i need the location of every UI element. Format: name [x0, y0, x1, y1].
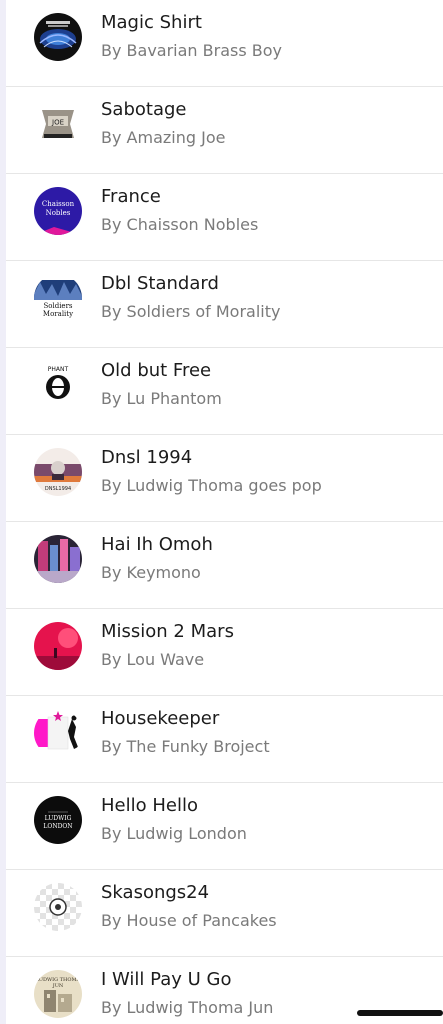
svg-text:Chaisson: Chaisson: [42, 200, 75, 208]
album-art-dnsl-1994: DNSL1994: [34, 448, 82, 496]
song-title: Skasongs24: [101, 882, 210, 903]
song-list: Magic Shirt By Bavarian Brass Boy JOE Sa…: [6, 0, 443, 1024]
song-title: Sabotage: [101, 99, 187, 120]
album-art-hello-hello: LUDWIG LONDON: [34, 796, 82, 844]
song-artist: By Ludwig Thoma goes pop: [101, 476, 322, 495]
song-artist: By Lou Wave: [101, 650, 205, 669]
song-row-sabotage[interactable]: JOE Sabotage By Amazing Joe: [6, 87, 443, 174]
song-row-mission-2-mars[interactable]: Mission 2 Mars By Lou Wave: [6, 609, 443, 696]
svg-text:Nobles: Nobles: [46, 209, 71, 217]
song-title: Old but Free: [101, 360, 212, 381]
song-artist: By Soldiers of Morality: [101, 302, 281, 321]
song-title: Mission 2 Mars: [101, 621, 234, 642]
album-art-i-will-pay-u-go: LUDWIG THOMA JUN: [34, 970, 82, 1018]
song-row-old-but-free[interactable]: PHANT Old but Free By Lu Phantom: [6, 348, 443, 435]
svg-text:Soldiers: Soldiers: [43, 302, 72, 310]
song-title: Dnsl 1994: [101, 447, 193, 468]
home-indicator[interactable]: [357, 1010, 443, 1016]
song-artist: By House of Pancakes: [101, 911, 277, 930]
song-title: Magic Shirt: [101, 12, 202, 33]
album-art-skasongs24: [34, 883, 82, 931]
song-artist: By Lu Phantom: [101, 389, 222, 408]
song-artist: By Amazing Joe: [101, 128, 226, 147]
song-title: France: [101, 186, 161, 207]
album-art-sabotage: JOE: [34, 100, 82, 148]
song-artist: By Ludwig Thoma Jun: [101, 998, 274, 1017]
svg-text:LONDON: LONDON: [43, 823, 72, 830]
song-artist: By The Funky Broject: [101, 737, 270, 756]
song-artist: By Keymono: [101, 563, 201, 582]
song-row-france[interactable]: Chaisson Nobles France By Chaisson Noble…: [6, 174, 443, 261]
song-title: Housekeeper: [101, 708, 220, 729]
svg-text:JUN: JUN: [52, 983, 64, 989]
song-row-hai-ih-omoh[interactable]: Hai Ih Omoh By Keymono: [6, 522, 443, 609]
album-art-france: Chaisson Nobles: [34, 187, 82, 235]
song-row-dnsl-1994[interactable]: DNSL1994 Dnsl 1994 By Ludwig Thoma goes …: [6, 435, 443, 522]
song-title: I Will Pay U Go: [101, 969, 232, 990]
svg-text:JOE: JOE: [51, 119, 64, 127]
song-row-magic-shirt[interactable]: Magic Shirt By Bavarian Brass Boy: [6, 0, 443, 87]
song-row-housekeeper[interactable]: Housekeeper By The Funky Broject: [6, 696, 443, 783]
song-title: Hello Hello: [101, 795, 198, 816]
album-art-housekeeper: [34, 709, 82, 757]
song-list-screen: Magic Shirt By Bavarian Brass Boy JOE Sa…: [0, 0, 443, 1024]
svg-text:LUDWIG: LUDWIG: [45, 815, 72, 822]
song-title: Hai Ih Omoh: [101, 534, 213, 555]
song-artist: By Ludwig London: [101, 824, 247, 843]
album-art-hai-ih-omoh: [34, 535, 82, 583]
album-art-mission-2-mars: [34, 622, 82, 670]
album-art-old-but-free: PHANT: [34, 361, 82, 409]
svg-text:PHANT: PHANT: [48, 366, 69, 373]
album-art-magic-shirt: [34, 13, 82, 61]
album-art-dbl-standard: Soldiers Morality: [34, 274, 82, 322]
song-title: Dbl Standard: [101, 273, 219, 294]
song-row-hello-hello[interactable]: LUDWIG LONDON Hello Hello By Ludwig Lond…: [6, 783, 443, 870]
song-artist: By Chaisson Nobles: [101, 215, 259, 234]
song-row-dbl-standard[interactable]: Soldiers Morality Dbl Standard By Soldie…: [6, 261, 443, 348]
svg-text:DNSL1994: DNSL1994: [45, 486, 71, 492]
song-row-skasongs24[interactable]: Skasongs24 By House of Pancakes: [6, 870, 443, 957]
song-artist: By Bavarian Brass Boy: [101, 41, 282, 60]
svg-text:Morality: Morality: [43, 310, 73, 318]
